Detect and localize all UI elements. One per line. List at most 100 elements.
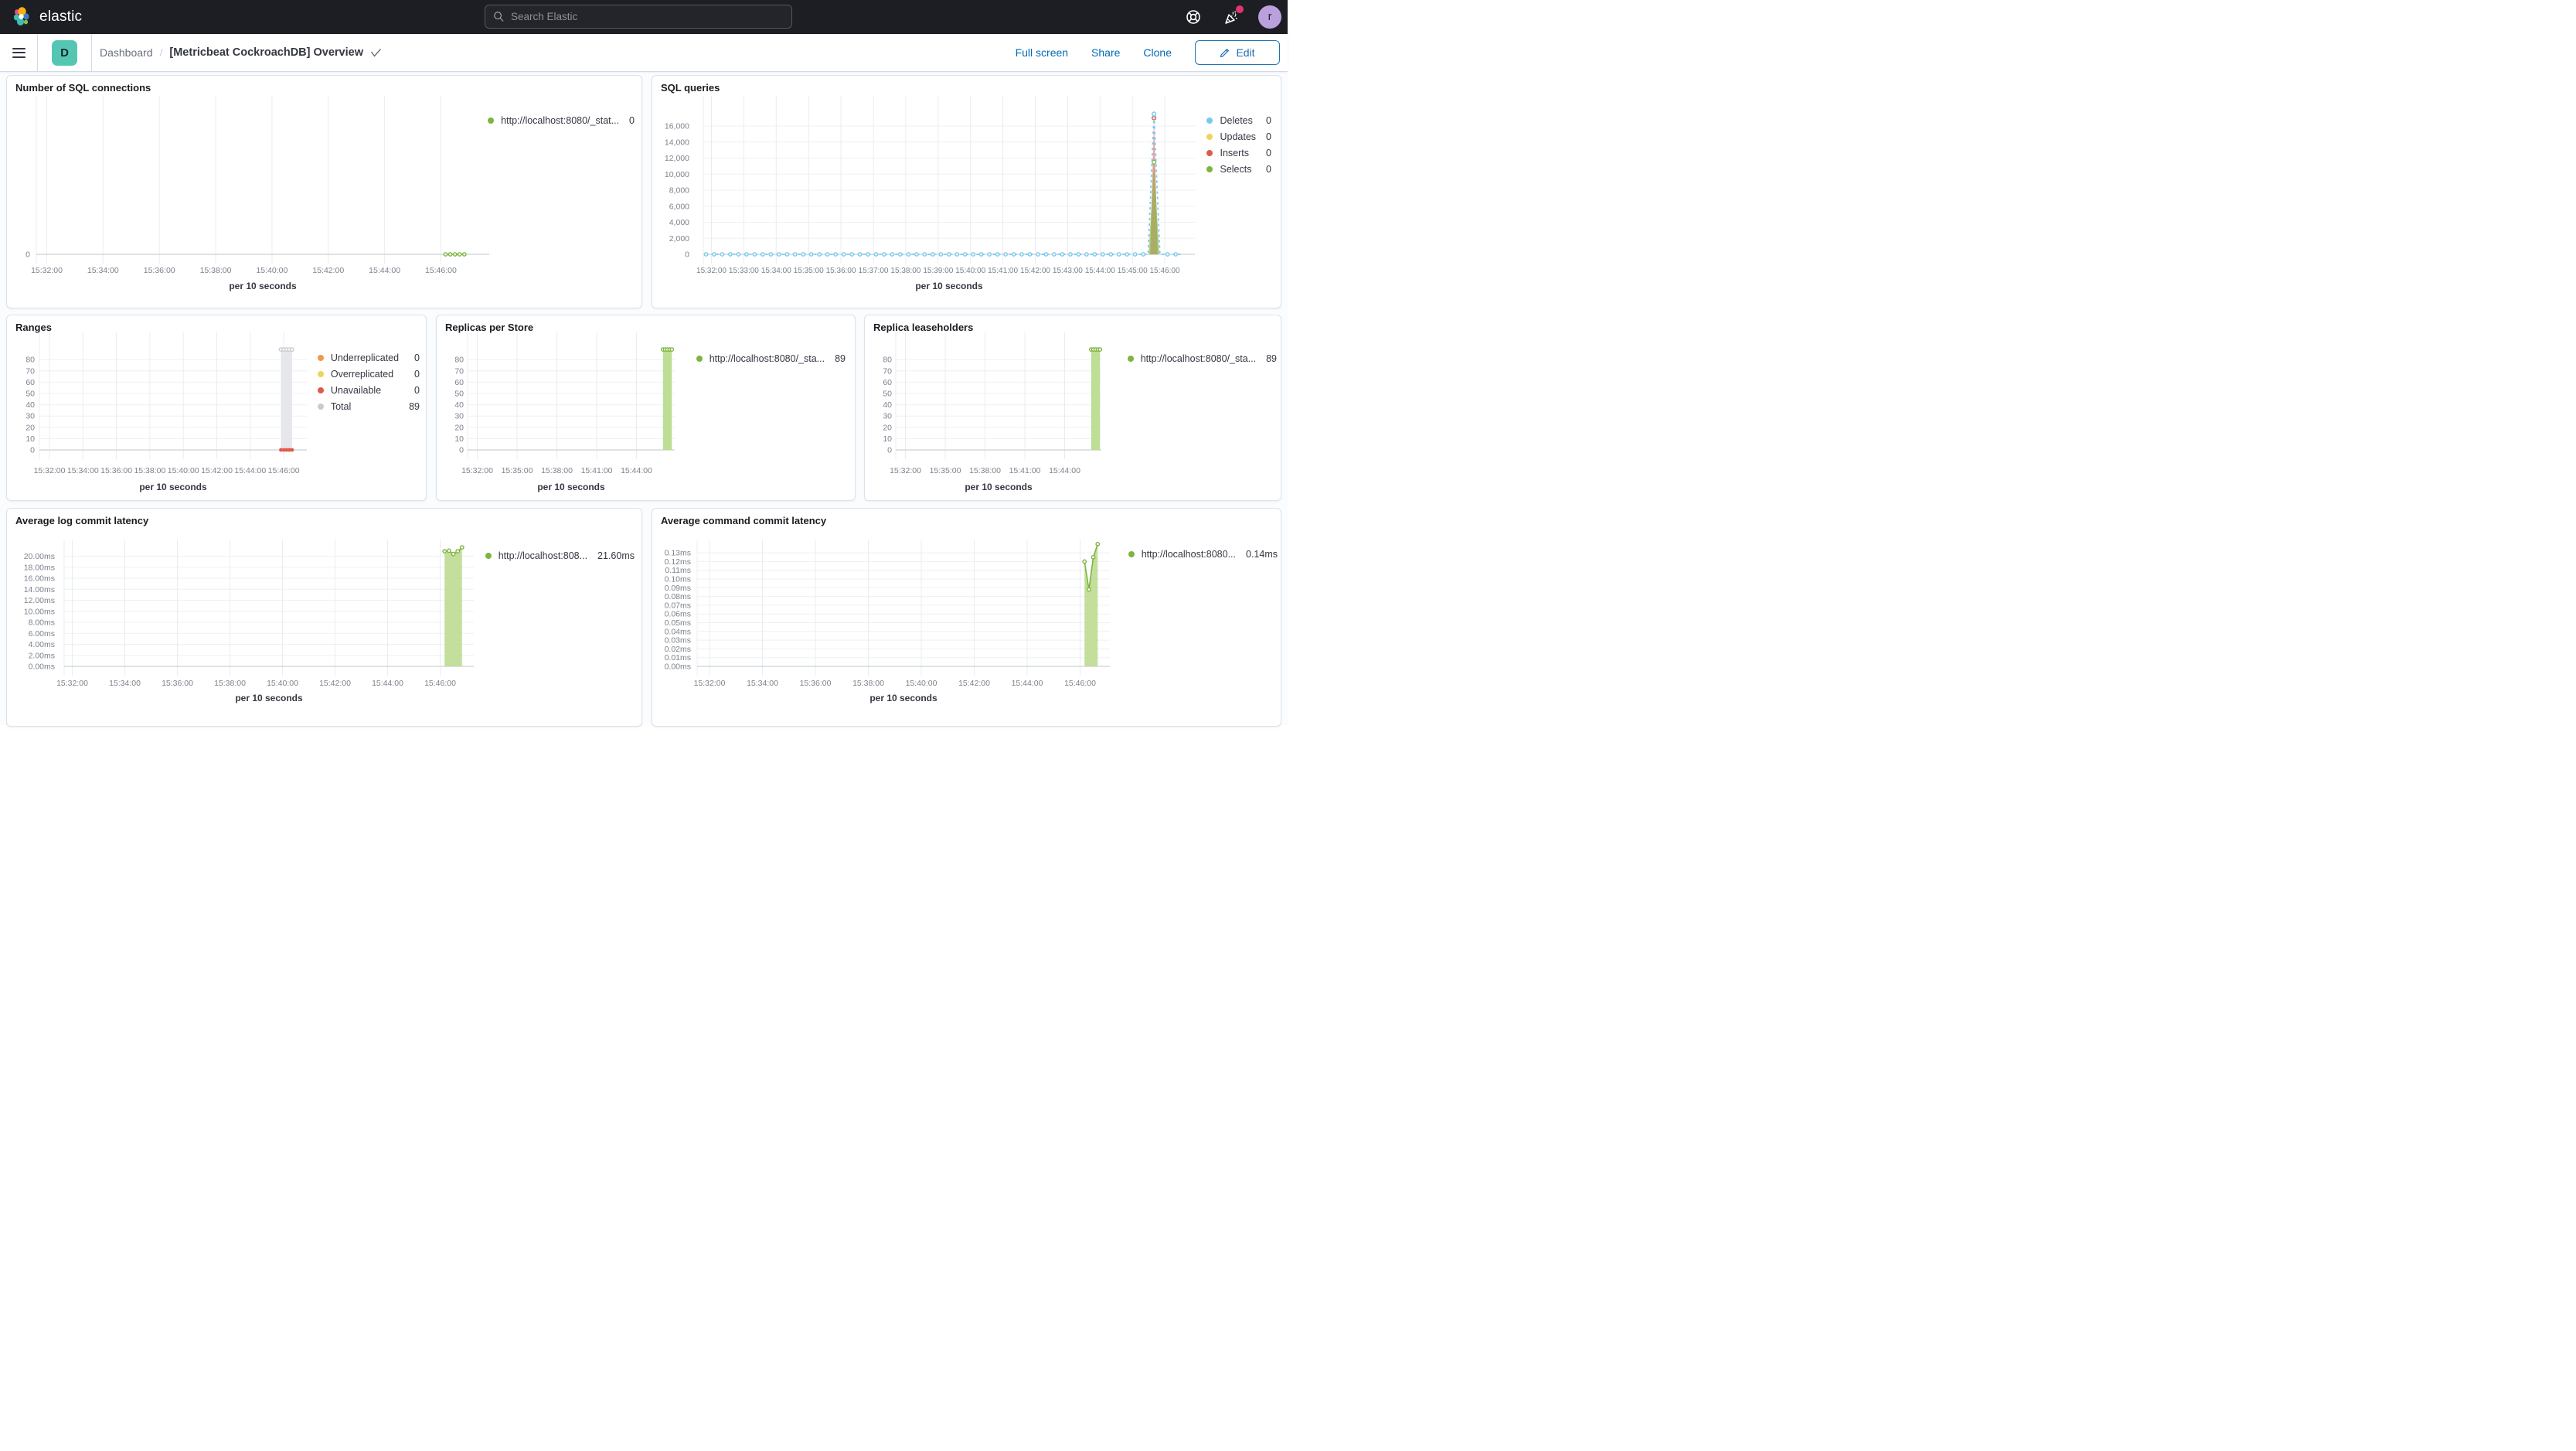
svg-text:10,000: 10,000 bbox=[665, 170, 689, 179]
legend-label[interactable]: http://localhost:8080/_stat... bbox=[501, 115, 619, 126]
share-button[interactable]: Share bbox=[1091, 46, 1120, 59]
svg-text:4,000: 4,000 bbox=[669, 218, 689, 227]
panel-replicas-per-store: Replicas per Store 0 10 20 30 40 50 60 70 80 15:3… bbox=[436, 315, 856, 501]
legend-label[interactable]: http://localhost:8080/_sta... bbox=[710, 353, 825, 364]
svg-text:per 10 seconds: per 10 seconds bbox=[869, 693, 938, 703]
legend-label[interactable]: http://localhost:8080/_sta... bbox=[1141, 353, 1256, 364]
search-icon bbox=[494, 12, 504, 22]
legend-swatch bbox=[696, 356, 703, 362]
svg-text:60: 60 bbox=[454, 378, 464, 387]
svg-text:15:40:00: 15:40:00 bbox=[267, 679, 298, 688]
svg-text:15:37:00: 15:37:00 bbox=[859, 267, 889, 275]
legend-label[interactable]: Total bbox=[331, 401, 399, 412]
svg-text:12,000: 12,000 bbox=[665, 154, 689, 163]
svg-text:70: 70 bbox=[883, 366, 892, 376]
full-screen-button[interactable]: Full screen bbox=[1016, 46, 1068, 59]
svg-text:16.00ms: 16.00ms bbox=[24, 574, 55, 584]
svg-text:15:40:00: 15:40:00 bbox=[168, 466, 199, 475]
svg-text:15:35:00: 15:35:00 bbox=[502, 466, 533, 475]
chart-legend: Underreplicated 0 Overreplicated 0 Unavailab… bbox=[317, 353, 420, 412]
legend-value: 0.14ms bbox=[1246, 549, 1278, 560]
edit-button-label: Edit bbox=[1236, 46, 1255, 59]
svg-text:15:42:00: 15:42:00 bbox=[958, 679, 990, 688]
legend-label[interactable]: Inserts bbox=[1220, 148, 1256, 158]
legend-label[interactable]: Unavailable bbox=[331, 385, 399, 396]
svg-text:0: 0 bbox=[459, 446, 464, 455]
legend-label[interactable]: http://localhost:808... bbox=[499, 550, 587, 561]
svg-text:14.00ms: 14.00ms bbox=[24, 585, 55, 594]
svg-text:40: 40 bbox=[883, 400, 892, 410]
panel-sql-queries: SQL queries 0 2,000 4,000 6,000 8,000 10,000 1… bbox=[652, 75, 1281, 308]
svg-text:15:35:00: 15:35:00 bbox=[794, 267, 824, 275]
svg-text:15:40:00: 15:40:00 bbox=[256, 266, 288, 275]
svg-text:15:42:00: 15:42:00 bbox=[201, 466, 233, 475]
svg-text:0.10ms: 0.10ms bbox=[665, 575, 691, 584]
svg-text:15:45:00: 15:45:00 bbox=[1118, 267, 1148, 275]
avatar-initial: r bbox=[1268, 11, 1272, 23]
svg-text:30: 30 bbox=[454, 412, 464, 421]
svg-text:10.00ms: 10.00ms bbox=[24, 607, 55, 616]
avg-command-commit-latency-chart[interactable]: 0.00ms0.01ms0.02ms0.03ms0.04ms0.05ms0.06… bbox=[652, 509, 1281, 727]
breadcrumb-separator: / bbox=[159, 46, 163, 59]
svg-text:0.04ms: 0.04ms bbox=[665, 627, 691, 636]
svg-text:40: 40 bbox=[26, 400, 35, 410]
search-field[interactable] bbox=[511, 11, 784, 22]
svg-text:18.00ms: 18.00ms bbox=[24, 563, 55, 572]
svg-text:2,000: 2,000 bbox=[669, 234, 689, 244]
chart-legend: Deletes 0 Updates 0 Inserts 0 Selects 0 bbox=[1206, 115, 1271, 175]
dashboard-app-badge[interactable]: D bbox=[52, 39, 77, 66]
panel-title: Average command commit latency bbox=[661, 515, 827, 526]
svg-text:70: 70 bbox=[454, 366, 464, 376]
legend-value: 0 bbox=[414, 353, 420, 363]
svg-text:0.00ms: 0.00ms bbox=[29, 662, 55, 672]
avg-log-commit-latency-chart[interactable]: 0.00ms 2.00ms 4.00ms6.00ms8.00ms 10.00ms 12.… bbox=[7, 509, 642, 727]
sql-connections-chart[interactable]: 015:32:00 15:34:00 15:36:00 15:38:00 15:40:0… bbox=[7, 76, 642, 308]
svg-text:per 10 seconds: per 10 seconds bbox=[965, 482, 1033, 492]
panel-title: Replicas per Store bbox=[445, 322, 534, 333]
replicas-per-store-chart[interactable]: 0 10 20 30 4050 60 7080 15:32:00 15:35:00 15:38:0… bbox=[437, 315, 856, 501]
legend-label[interactable]: http://localhost:8080... bbox=[1142, 549, 1236, 560]
svg-text:15:36:00: 15:36:00 bbox=[100, 466, 132, 475]
legend-value: 89 bbox=[1266, 353, 1277, 364]
elastic-logo[interactable]: elastic bbox=[0, 6, 82, 28]
panel-replica-leaseholders: Replica leaseholders 0 10 20 30 40 50 60 70 80 15… bbox=[864, 315, 1281, 501]
svg-text:15:46:00: 15:46:00 bbox=[425, 266, 457, 275]
legend-value: 0 bbox=[414, 385, 420, 396]
legend-label[interactable]: Deletes bbox=[1220, 115, 1256, 126]
svg-text:per 10 seconds: per 10 seconds bbox=[235, 693, 303, 703]
svg-text:30: 30 bbox=[883, 412, 892, 421]
svg-text:15:32:00: 15:32:00 bbox=[56, 679, 88, 688]
title-caret-icon[interactable] bbox=[370, 48, 382, 57]
legend-swatch bbox=[488, 118, 495, 124]
legend-label[interactable]: Selects bbox=[1220, 164, 1256, 175]
clone-button[interactable]: Clone bbox=[1143, 46, 1172, 59]
page-title[interactable]: [Metricbeat CockroachDB] Overview bbox=[169, 46, 363, 59]
legend-label[interactable]: Overreplicated bbox=[331, 369, 399, 380]
legend-value: 21.60ms bbox=[597, 550, 635, 561]
svg-text:15:38:00: 15:38:00 bbox=[890, 267, 920, 275]
svg-text:15:36:00: 15:36:00 bbox=[826, 267, 856, 275]
replica-leaseholders-chart[interactable]: 0 10 20 30 4050 60 7080 15:32:00 15:35:00 15:38:0… bbox=[865, 315, 1281, 501]
news-icon[interactable] bbox=[1220, 5, 1244, 28]
breadcrumb-dashboard[interactable]: Dashboard bbox=[100, 46, 153, 59]
divider bbox=[37, 34, 38, 71]
legend-label[interactable]: Updates bbox=[1220, 131, 1256, 142]
user-avatar[interactable]: r bbox=[1258, 5, 1281, 29]
svg-text:15:44:00: 15:44:00 bbox=[234, 466, 266, 475]
sql-queries-chart[interactable]: 0 2,000 4,000 6,000 8,000 10,000 12,000 14,000 1… bbox=[652, 76, 1281, 308]
notification-dot bbox=[1236, 5, 1244, 13]
svg-text:15:41:00: 15:41:00 bbox=[581, 466, 613, 475]
panel-title: SQL queries bbox=[661, 82, 720, 94]
svg-text:4.00ms: 4.00ms bbox=[29, 640, 55, 649]
panel-average-log-commit-latency: Average log commit latency 0.00ms 2.00ms 4… bbox=[6, 508, 642, 727]
legend-swatch bbox=[317, 404, 324, 410]
menu-icon[interactable] bbox=[0, 34, 37, 71]
svg-text:15:32:00: 15:32:00 bbox=[31, 266, 63, 275]
help-icon[interactable] bbox=[1183, 6, 1204, 28]
search-input[interactable] bbox=[485, 5, 792, 29]
svg-text:0.02ms: 0.02ms bbox=[665, 645, 691, 654]
legend-swatch bbox=[1206, 118, 1213, 124]
legend-label[interactable]: Underreplicated bbox=[331, 353, 399, 363]
svg-text:15:38:00: 15:38:00 bbox=[852, 679, 884, 688]
edit-button[interactable]: Edit bbox=[1195, 40, 1280, 65]
